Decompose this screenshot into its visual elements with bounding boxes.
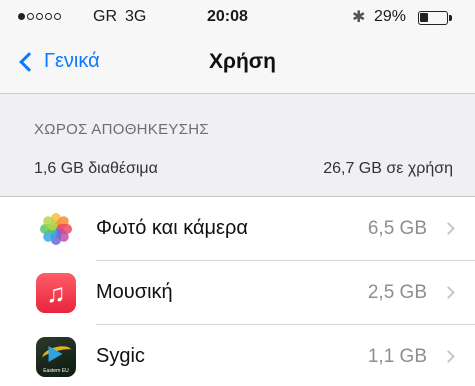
chevron-right-icon [442,286,455,299]
storage-available: 1,6 GB διαθέσιμα [34,160,158,177]
page-title: Χρήση [208,50,277,73]
carrier-name: GR [93,8,117,25]
battery-icon [418,11,452,25]
storage-summary: 1,6 GB διαθέσιμα 26,7 GB σε χρήση [0,148,475,190]
app-usage-list: Φωτό και κάμερα 6,5 GB ♫ Μουσική 2,5 GB … [0,196,475,386]
chevron-right-icon [442,350,455,363]
app-size: 1,1 GB [367,346,427,367]
music-icon: ♫ [36,273,76,313]
status-bar: GR 3G 20:08 ✱ 29% [0,0,475,34]
app-name: Φωτό και κάμερα [96,217,248,239]
battery-percent: 29% [374,8,407,25]
sygic-icon-caption: Eastern EU [43,368,69,374]
list-item-photos[interactable]: Φωτό και κάμερα 6,5 GB [0,197,475,261]
list-item-sygic[interactable]: Eastern EU Sygic 1,1 GB [0,325,475,386]
photos-icon [36,209,76,249]
clock: 20:08 [207,8,248,25]
section-header-storage: ΧΩΡΟΣ ΑΠΟΘΗΚΕΥΣΗΣ [34,121,209,138]
app-size: 2,5 GB [367,282,427,303]
storage-used: 26,7 GB σε χρήση [323,160,453,177]
app-size: 6,5 GB [367,218,427,239]
list-item-music[interactable]: ♫ Μουσική 2,5 GB [0,261,475,325]
app-name: Sygic [96,345,145,367]
bluetooth-icon: ✱ [352,9,366,26]
navigation-bar: Γενικά Χρήση [0,34,475,94]
chevron-right-icon [442,222,455,235]
network-type: 3G [125,8,147,25]
signal-strength-icon [18,13,61,20]
sygic-icon: Eastern EU [36,337,76,377]
app-name: Μουσική [96,281,173,303]
